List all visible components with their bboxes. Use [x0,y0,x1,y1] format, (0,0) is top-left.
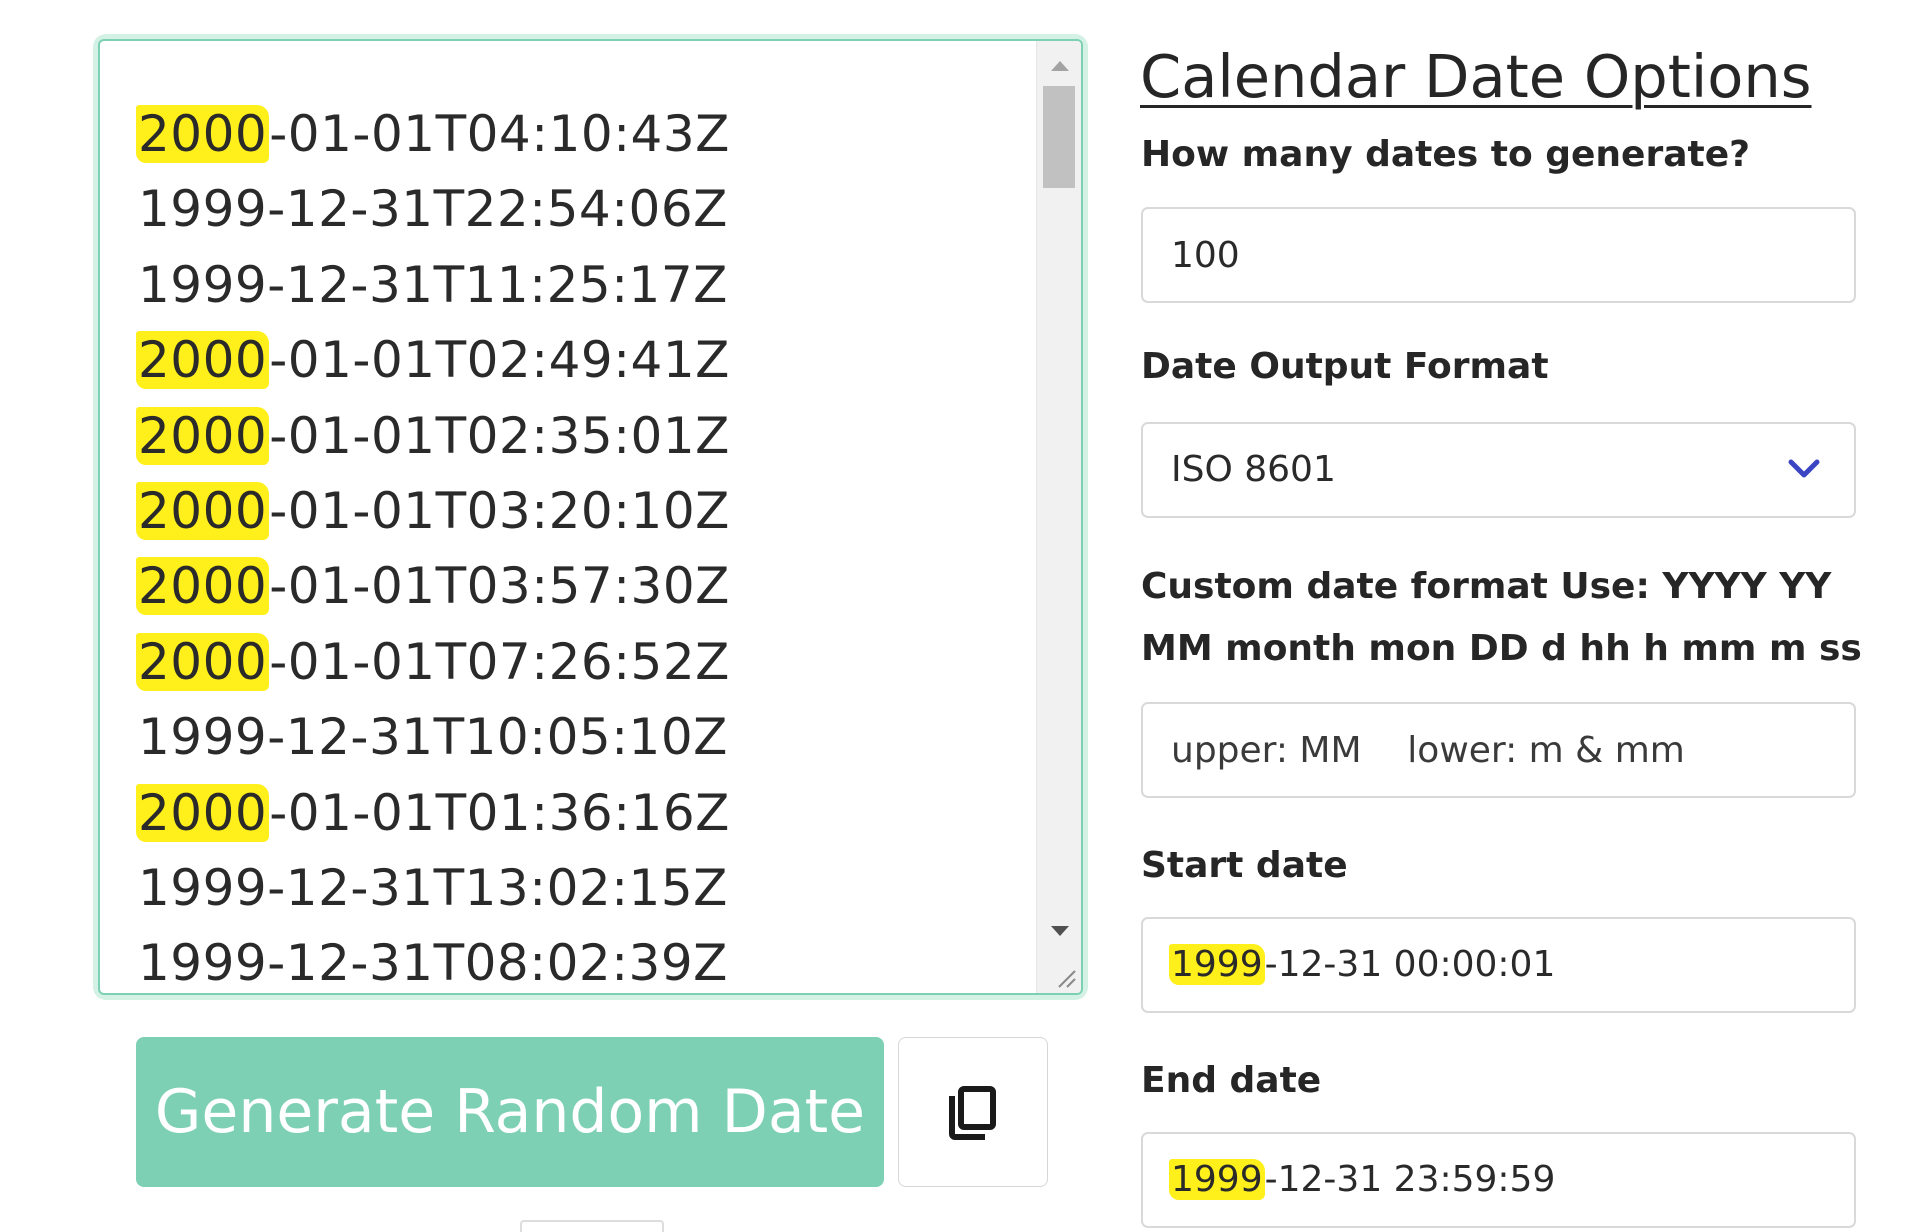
resize-grip-icon[interactable] [1055,967,1077,989]
format-selected-value: ISO 8601 [1171,449,1336,490]
output-date-line: 2000-01-01T03:20:10Z [136,474,730,549]
output-date-line: 2000-01-01T03:57:30Z [136,549,730,624]
vertical-scrollbar[interactable] [1036,41,1081,993]
scroll-up-arrow-icon[interactable] [1051,61,1069,71]
year-highlight: 2000 [136,105,270,163]
end-date-input[interactable]: 1999-12-31 23:59:59 [1141,1132,1856,1228]
date-rest-text: -12-31T13:02:15Z [267,858,728,917]
year-highlight: 2000 [136,557,270,616]
page-title: Calendar Date Options [1140,42,1812,111]
year-text: 1999 [138,180,268,239]
date-rest-text: -12-31T11:25:17Z [267,255,728,314]
start-date-rest: -12-31 00:00:01 [1264,944,1556,985]
copy-button[interactable] [898,1037,1048,1187]
date-rest-text: -12-31T08:02:39Z [267,934,728,993]
start-date-input[interactable]: 1999-12-31 00:00:01 [1141,917,1856,1013]
copy-icon [949,1086,996,1140]
date-rest-text: -01-01T02:35:01Z [269,406,730,465]
count-label: How many dates to generate? [1141,134,1750,175]
year-highlight: 2000 [136,783,270,842]
year-text: 1999 [138,858,268,917]
output-date-line: 2000-01-01T02:35:01Z [136,399,730,474]
scroll-thumb[interactable] [1043,86,1075,188]
date-rest-text: -12-31T22:54:06Z [267,180,728,239]
year-highlight: 2000 [136,406,270,465]
date-rest-text: -01-01T04:10:43Z [269,105,730,163]
output-textarea-wrapper: 2000-01-01T04:10:43Z 1999-12-31T22:54:06Z… [98,39,1083,995]
end-date-rest: -12-31 23:59:59 [1264,1159,1556,1200]
format-label: Date Output Format [1141,346,1549,387]
year-text: 1999 [138,708,268,767]
end-date-label: End date [1141,1060,1322,1101]
date-rest-text: -12-31T10:05:10Z [267,708,728,767]
output-date-line: 2000-01-01T07:26:52Z [136,625,730,700]
date-rest-text: -01-01T03:20:10Z [269,481,730,540]
partial-bottom-element [520,1220,664,1232]
date-count-input[interactable] [1141,207,1856,303]
year-text: 1999 [138,255,268,314]
start-year-highlight: 1999 [1169,944,1265,985]
date-output-format-select[interactable]: ISO 8601 [1141,422,1856,518]
output-date-line: 1999-12-31T10:05:10Z [138,700,730,775]
date-rest-text: -01-01T02:49:41Z [269,331,730,390]
output-date-line: 1999-12-31T22:54:06Z [138,172,730,247]
date-rest-text: -01-01T03:57:30Z [269,557,730,616]
output-date-line: 2000-01-01T02:49:41Z [136,323,730,398]
year-text: 1999 [138,934,268,993]
output-date-list: 2000-01-01T04:10:43Z 1999-12-31T22:54:06Z… [136,97,730,993]
scroll-down-arrow-icon[interactable] [1051,926,1069,936]
year-highlight: 2000 [136,481,270,540]
output-date-line: 2000-01-01T04:10:43Z [136,97,730,172]
start-date-label: Start date [1141,845,1348,886]
custom-date-format-input[interactable] [1141,702,1856,798]
output-date-line: 1999-12-31T08:02:39Z [138,926,730,993]
date-rest-text: -01-01T01:36:16Z [269,783,730,842]
output-date-line: 1999-12-31T13:02:15Z [138,851,730,926]
output-date-line: 2000-01-01T01:36:16Z [136,776,730,851]
end-year-highlight: 1999 [1169,1159,1265,1200]
year-highlight: 2000 [136,632,270,691]
output-textarea[interactable]: 2000-01-01T04:10:43Z 1999-12-31T22:54:06Z… [98,39,1083,995]
date-rest-text: -01-01T07:26:52Z [269,632,730,691]
chevron-down-icon [1788,459,1820,478]
generate-random-date-button[interactable]: Generate Random Date [136,1037,884,1187]
output-date-line: 1999-12-31T11:25:17Z [138,248,730,323]
year-highlight: 2000 [136,331,270,390]
